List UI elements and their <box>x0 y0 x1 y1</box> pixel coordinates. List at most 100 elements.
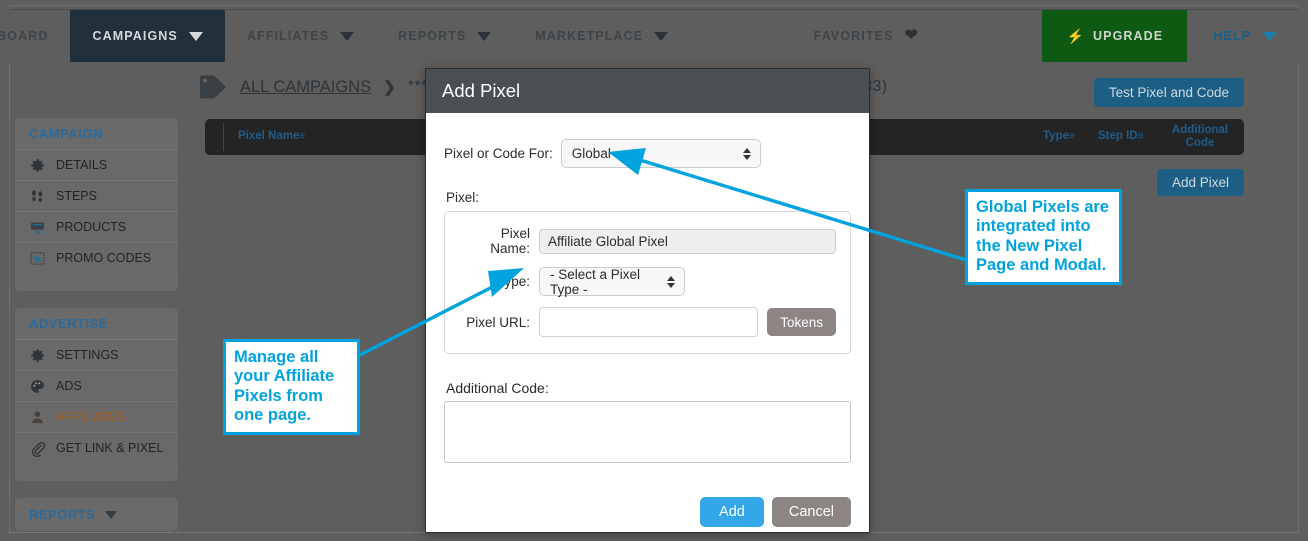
col-step-id[interactable]: Step ID≡ <box>1098 130 1143 143</box>
footsteps-icon <box>29 188 46 205</box>
nav-dashboard[interactable]: HBOARD <box>0 10 70 62</box>
col-pixel-name[interactable]: Pixel Name≡ <box>238 130 305 143</box>
sidebar-item-products-label: PRODUCTS <box>56 220 127 234</box>
chevron-down-icon <box>188 31 203 41</box>
nav-marketplace[interactable]: MARKETPLACE <box>513 10 690 62</box>
add-pixel-button[interactable]: Add Pixel <box>1156 169 1244 196</box>
chevron-down-icon <box>340 31 355 41</box>
nav-reports-label: REPORTS <box>398 29 467 43</box>
sidebar-group-campaign-footer <box>15 273 178 291</box>
sidebar-group-advertise-footer <box>15 463 178 481</box>
upgrade-label: UPGRADE <box>1093 29 1164 43</box>
nav-affiliates[interactable]: AFFILIATES <box>225 10 376 62</box>
col-type[interactable]: Type≡ <box>1043 130 1075 143</box>
pixel-or-code-for-select[interactable]: Global <box>560 139 761 168</box>
tag-icon <box>198 74 228 100</box>
pixel-type-value: - Select a Pixel Type - <box>550 266 641 297</box>
sidebar-group-advertise-header[interactable]: ADVERTISE <box>15 308 178 339</box>
paperclip-icon <box>29 440 46 457</box>
pixel-section-label: Pixel: <box>446 190 480 205</box>
sidebar-item-promo-codes[interactable]: % PROMO CODES <box>15 242 178 273</box>
annotation-callout-manage-pixels: Manage all your Affiliate Pixels from on… <box>223 339 360 436</box>
breadcrumb-separator-icon: ❯ <box>383 79 396 96</box>
screenshot-root: HBOARD CAMPAIGNS AFFILIATES REPORTS MARK… <box>0 0 1308 541</box>
palette-icon <box>29 378 46 395</box>
nav-spacer-2 <box>941 10 1042 62</box>
annotation-right-text: Global Pixels are integrated into the Ne… <box>976 198 1109 274</box>
sidebar-item-affiliates-label: AFFILIATES <box>56 410 126 424</box>
nav-reports[interactable]: REPORTS <box>376 10 513 62</box>
chevron-down-icon <box>477 31 492 41</box>
modal-title: Add Pixel <box>442 80 521 101</box>
pixel-or-code-for-row: Pixel or Code For: Global <box>444 139 851 168</box>
sidebar-item-settings[interactable]: SETTINGS <box>15 339 178 370</box>
col-additional-code-label: Additional Code <box>1171 123 1229 149</box>
pixel-name-label: Pixel Name: <box>490 226 530 256</box>
sidebar-item-steps[interactable]: STEPS <box>15 180 178 211</box>
nav-help[interactable]: HELP <box>1187 10 1299 62</box>
sidebar-group-campaign-header[interactable]: CAMPAIGN <box>15 118 178 149</box>
nav-affiliates-label: AFFILIATES <box>246 29 330 43</box>
breadcrumb: ALL CAMPAIGNS ❯ *** 33) <box>198 74 887 100</box>
breadcrumb-link-all-campaigns[interactable]: ALL CAMPAIGNS <box>240 78 371 97</box>
top-navigation-bar: HBOARD CAMPAIGNS AFFILIATES REPORTS MARK… <box>0 9 1299 62</box>
sidebar-item-affiliates[interactable]: AFFILIATES <box>15 401 178 432</box>
gear-icon <box>29 347 46 364</box>
chevron-down-icon <box>1263 31 1277 41</box>
select-spinner-icon <box>667 275 675 288</box>
add-pixel-modal: Add Pixel Pixel or Code For: Global Pixe… <box>425 68 870 533</box>
sidebar-group-advertise: ADVERTISE SETTINGS ADS AFFILIATES GET LI… <box>15 308 178 481</box>
heart-icon: ❤ <box>904 27 920 44</box>
box-download-icon <box>29 219 46 236</box>
sidebar-group-reports-title: REPORTS <box>29 507 96 522</box>
sidebar: CAMPAIGN DETAILS STEPS PRODUCTS % PROMO … <box>15 118 178 541</box>
sidebar-item-steps-label: STEPS <box>56 189 97 203</box>
upgrade-button[interactable]: ⚡ UPGRADE <box>1042 10 1188 62</box>
sidebar-item-products[interactable]: PRODUCTS <box>15 211 178 242</box>
test-pixel-and-code-button[interactable]: Test Pixel and Code <box>1093 78 1244 107</box>
sidebar-item-details-label: DETAILS <box>56 158 108 172</box>
user-icon <box>29 409 46 426</box>
pixel-or-code-for-value: Global <box>571 146 611 161</box>
pixel-url-input[interactable] <box>539 307 759 337</box>
tokens-button[interactable]: Tokens <box>767 308 836 336</box>
chevron-down-icon <box>654 31 669 41</box>
modal-cancel-button[interactable]: Cancel <box>771 497 851 527</box>
pixel-name-input[interactable] <box>539 228 836 254</box>
percent-ticket-icon: % <box>29 250 46 267</box>
nav-help-label: HELP <box>1213 29 1251 43</box>
modal-add-button[interactable]: Add <box>700 497 764 527</box>
sidebar-item-ads-label: ADS <box>56 379 82 393</box>
sidebar-group-reports-header[interactable]: REPORTS <box>15 498 178 531</box>
sidebar-item-get-link-pixel[interactable]: GET LINK & PIXEL <box>15 432 178 463</box>
sort-icon: ≡ <box>1069 131 1075 143</box>
chevron-down-icon <box>105 510 118 519</box>
sidebar-item-settings-label: SETTINGS <box>56 348 119 362</box>
pixel-type-select[interactable]: - Select a Pixel Type - <box>539 266 685 297</box>
modal-actions: Add Cancel <box>444 497 851 527</box>
additional-code-label: Additional Code: <box>446 380 549 396</box>
modal-header: Add Pixel <box>426 69 869 113</box>
sort-icon: ≡ <box>299 131 306 143</box>
pixel-fieldset: Pixel Name: Type: - Select a Pixel Type … <box>444 211 851 354</box>
sidebar-group-campaign: CAMPAIGN DETAILS STEPS PRODUCTS % PROMO … <box>15 118 178 291</box>
nav-marketplace-label: MARKETPLACE <box>535 29 644 43</box>
sort-icon: ≡ <box>1137 131 1144 143</box>
nav-campaigns[interactable]: CAMPAIGNS <box>70 10 225 62</box>
pixel-url-row: Pixel URL: Tokens <box>459 307 836 337</box>
sidebar-item-ads[interactable]: ADS <box>15 370 178 401</box>
col-step-id-label: Step ID <box>1098 130 1138 143</box>
bolt-icon: ⚡ <box>1066 27 1086 44</box>
sidebar-item-details[interactable]: DETAILS <box>15 149 178 180</box>
nav-favorites[interactable]: FAVORITES ❤ <box>792 10 941 62</box>
gear-icon <box>29 157 46 174</box>
pixel-or-code-for-label: Pixel or Code For: <box>444 146 553 161</box>
pixel-type-row: Type: - Select a Pixel Type - <box>459 266 836 297</box>
nav-favorites-label: FAVORITES <box>813 29 894 43</box>
additional-code-textarea[interactable] <box>444 401 851 463</box>
col-additional-code[interactable]: Additional Code <box>1160 124 1240 150</box>
svg-text:%: % <box>33 254 41 264</box>
sidebar-group-reports: REPORTS <box>15 498 178 531</box>
sidebar-item-promo-codes-label: PROMO CODES <box>56 251 152 265</box>
table-header-divider <box>223 123 224 151</box>
